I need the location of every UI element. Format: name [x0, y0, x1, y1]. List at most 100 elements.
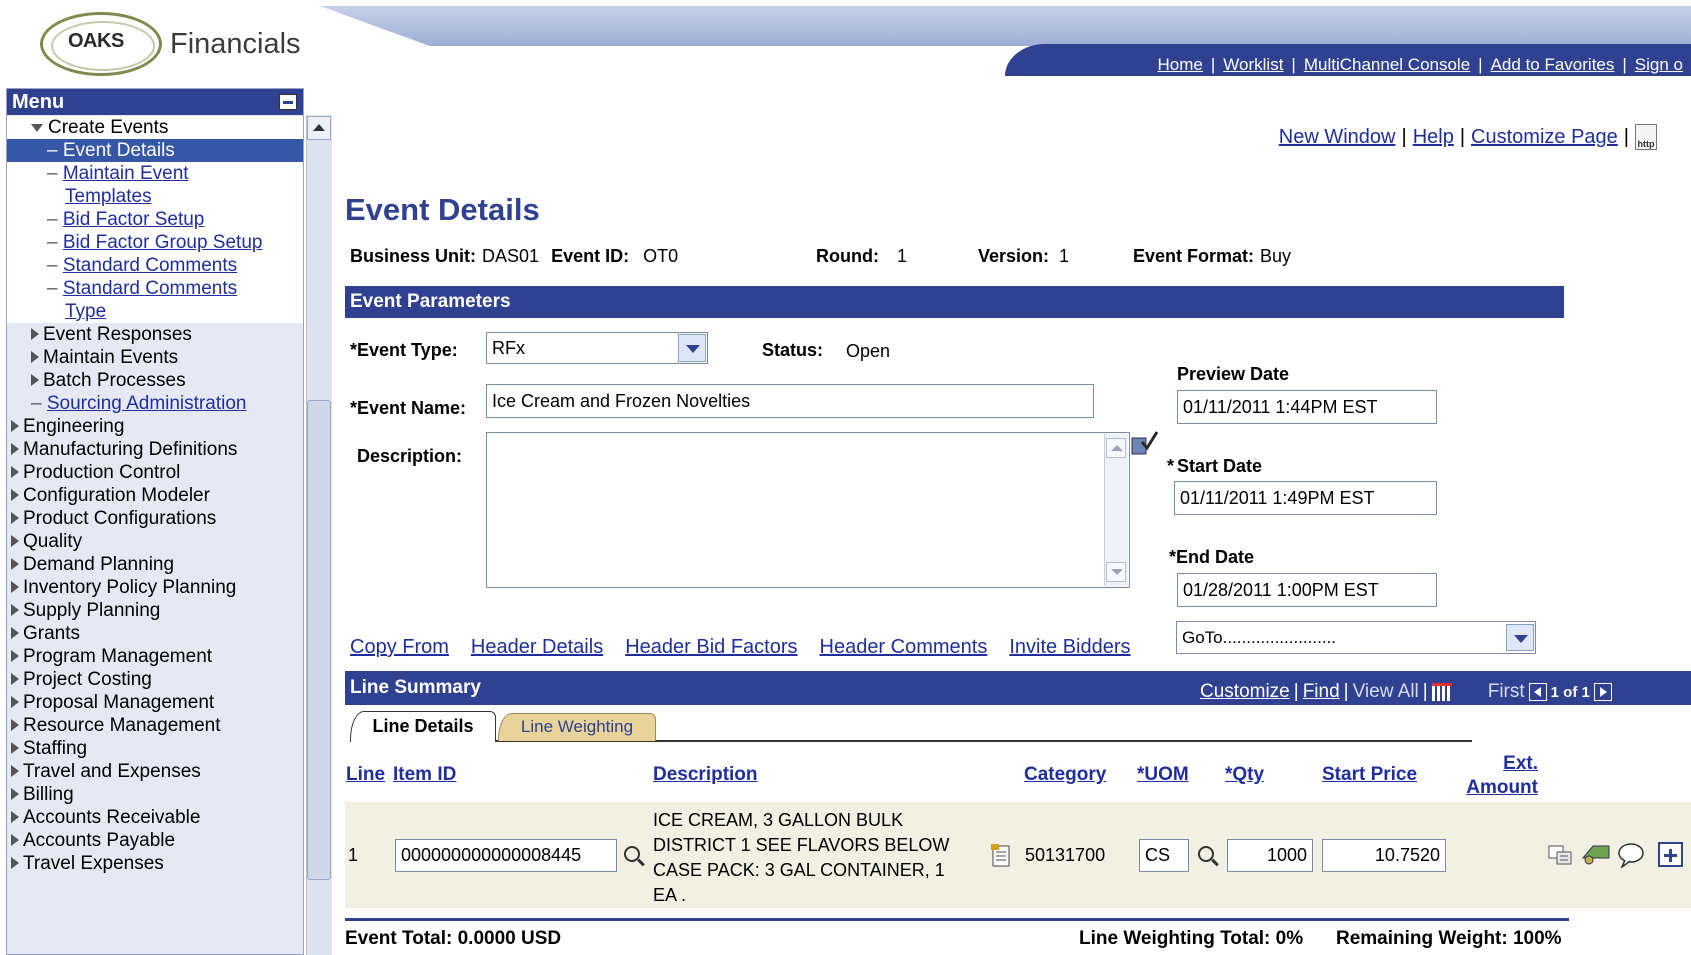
col-header-ext-amount-line1[interactable]: Ext.	[1503, 753, 1538, 774]
menu-item[interactable]: Quality	[7, 530, 303, 553]
nav-sign-out[interactable]: Sign o	[1627, 55, 1691, 75]
http-icon[interactable]: http	[1635, 124, 1657, 150]
menu-item[interactable]: Templates	[7, 185, 303, 208]
col-header-uom[interactable]: *UOM	[1137, 764, 1189, 786]
spell-check-icon[interactable]	[1130, 430, 1159, 456]
nav-worklist[interactable]: Worklist	[1215, 55, 1291, 75]
col-header-line[interactable]: Line	[346, 764, 385, 786]
chevron-down-icon[interactable]	[678, 334, 706, 362]
menu-item[interactable]: Inventory Policy Planning	[7, 576, 303, 599]
col-header-category-label[interactable]: Category	[1024, 764, 1106, 785]
comment-icon[interactable]	[1617, 842, 1645, 873]
event-name-input[interactable]: Ice Cream and Frozen Novelties	[486, 384, 1094, 418]
menu-item[interactable]: Program Management	[7, 645, 303, 668]
menu-item[interactable]: Grants	[7, 622, 303, 645]
menu-item[interactable]: Proposal Management	[7, 691, 303, 714]
col-header-uom-label[interactable]: *UOM	[1137, 764, 1189, 785]
collapsed-triangle-icon[interactable]	[11, 534, 19, 547]
header-bid-factors-link[interactable]: Header Bid Factors	[625, 636, 797, 659]
download-grid-icon[interactable]	[1431, 683, 1452, 701]
collapsed-triangle-icon[interactable]	[31, 373, 39, 386]
menu-item[interactable]: – Maintain Event	[7, 162, 303, 185]
uom-input[interactable]: CS	[1139, 839, 1189, 872]
collapsed-triangle-icon[interactable]	[31, 350, 39, 363]
new-window-link[interactable]: New Window	[1279, 126, 1396, 149]
col-header-category[interactable]: Category	[1024, 764, 1106, 786]
menu-item[interactable]: Travel Expenses	[7, 852, 303, 875]
col-header-ext-amount-line2[interactable]: Amount	[1466, 777, 1538, 798]
collapsed-triangle-icon[interactable]	[11, 833, 19, 846]
header-details-link[interactable]: Header Details	[471, 636, 603, 659]
menu-item[interactable]: Event Responses	[7, 323, 303, 346]
collapsed-triangle-icon[interactable]	[11, 488, 19, 501]
add-row-icon[interactable]	[1658, 842, 1683, 867]
collapsed-triangle-icon[interactable]	[11, 557, 19, 570]
collapsed-triangle-icon[interactable]	[11, 603, 19, 616]
col-header-qty-label[interactable]: *Qty	[1225, 764, 1264, 785]
menu-item[interactable]: Product Configurations	[7, 507, 303, 530]
goto-chevron-down-icon[interactable]	[1506, 624, 1534, 651]
menu-item[interactable]: – Event Details	[7, 139, 303, 162]
col-header-start-price-label[interactable]: Start Price	[1322, 764, 1417, 785]
collapsed-triangle-icon[interactable]	[31, 327, 39, 340]
menu-item[interactable]: Configuration Modeler	[7, 484, 303, 507]
customize-page-link[interactable]: Customize Page	[1471, 126, 1618, 149]
menu-item[interactable]: Create Events	[7, 116, 303, 139]
collapsed-triangle-icon[interactable]	[11, 810, 19, 823]
customize-grid-link[interactable]: Customize	[1200, 681, 1290, 703]
help-link[interactable]: Help	[1413, 126, 1454, 149]
end-date-field[interactable]: 01/28/2011 1:00PM EST	[1177, 573, 1437, 607]
menu-item[interactable]: – Bid Factor Group Setup	[7, 231, 303, 254]
item-lookup-icon[interactable]	[624, 846, 640, 867]
textarea-scroll-down-icon[interactable]	[1106, 562, 1126, 582]
collapsed-triangle-icon[interactable]	[11, 856, 19, 869]
collapsed-triangle-icon[interactable]	[11, 626, 19, 639]
menu-item[interactable]: Accounts Receivable	[7, 806, 303, 829]
goto-select[interactable]: GoTo........................	[1176, 621, 1536, 654]
find-link[interactable]: Find	[1303, 681, 1340, 703]
collapsed-triangle-icon[interactable]	[11, 787, 19, 800]
collapsed-triangle-icon[interactable]	[11, 580, 19, 593]
menu-item[interactable]: – Bid Factor Setup	[7, 208, 303, 231]
nav-multichannel-console[interactable]: MultiChannel Console	[1296, 55, 1478, 75]
start-price-input[interactable]: 10.7520	[1322, 839, 1446, 872]
invite-bidders-link[interactable]: Invite Bidders	[1009, 636, 1130, 659]
menu-item[interactable]: – Standard Comments	[7, 254, 303, 277]
col-header-line-label[interactable]: Line	[346, 764, 385, 785]
bid-factors-icon[interactable]	[1581, 842, 1611, 871]
nav-home[interactable]: Home	[1150, 55, 1211, 75]
collapsed-triangle-icon[interactable]	[11, 442, 19, 455]
menu-item[interactable]: – Sourcing Administration	[7, 392, 303, 415]
line-details-icon[interactable]	[1548, 842, 1574, 871]
menu-item[interactable]: Staffing	[7, 737, 303, 760]
nav-add-to-favorites[interactable]: Add to Favorites	[1483, 55, 1623, 75]
menu-item[interactable]: Project Costing	[7, 668, 303, 691]
menu-item[interactable]: – Standard Comments	[7, 277, 303, 300]
collapsed-triangle-icon[interactable]	[11, 419, 19, 432]
menu-item[interactable]: Travel and Expenses	[7, 760, 303, 783]
previous-icon[interactable]	[1528, 683, 1547, 701]
scroll-thumb[interactable]	[307, 400, 331, 880]
collapsed-triangle-icon[interactable]	[11, 465, 19, 478]
preview-date-field[interactable]: 01/11/2011 1:44PM EST	[1177, 390, 1437, 424]
col-header-item-id[interactable]: Item ID	[393, 764, 456, 786]
collapsed-triangle-icon[interactable]	[11, 741, 19, 754]
col-header-start-price[interactable]: Start Price	[1322, 764, 1417, 786]
menu-item[interactable]: Demand Planning	[7, 553, 303, 576]
scroll-up-icon[interactable]	[307, 116, 331, 140]
col-header-description[interactable]: Description	[653, 764, 758, 786]
menu-item[interactable]: Billing	[7, 783, 303, 806]
next-icon[interactable]	[1593, 683, 1612, 701]
textarea-scroll-up-icon[interactable]	[1106, 438, 1126, 458]
menu-item[interactable]: Type	[7, 300, 303, 323]
start-date-field[interactable]: 01/11/2011 1:49PM EST	[1174, 481, 1437, 515]
menu-item[interactable]: Resource Management	[7, 714, 303, 737]
collapse-icon[interactable]	[279, 94, 297, 110]
header-comments-link[interactable]: Header Comments	[820, 636, 988, 659]
menu-item[interactable]: Accounts Payable	[7, 829, 303, 852]
tab-line-weighting[interactable]: Line Weighting	[498, 713, 656, 741]
col-header-description-label[interactable]: Description	[653, 764, 758, 785]
expanded-triangle-icon[interactable]	[31, 123, 43, 132]
collapsed-triangle-icon[interactable]	[11, 695, 19, 708]
tab-line-details[interactable]: Line Details	[350, 711, 496, 742]
